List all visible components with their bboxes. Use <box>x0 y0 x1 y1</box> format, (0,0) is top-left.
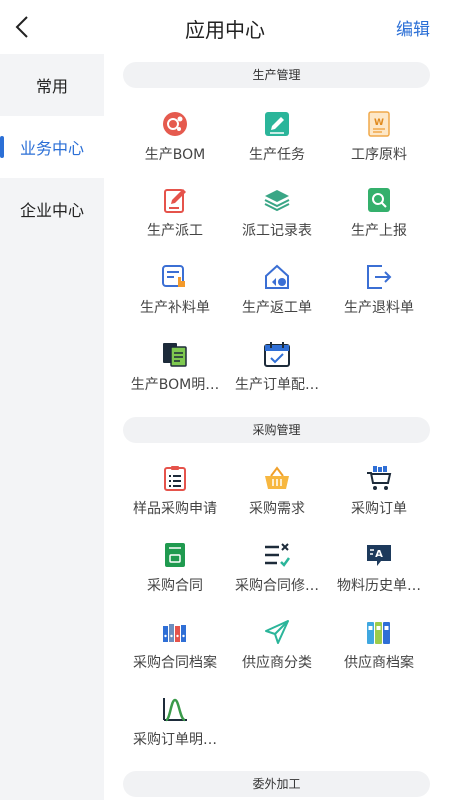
basket-icon <box>265 466 289 489</box>
app-label: 生产BOM明… <box>130 377 220 393</box>
app-label: 物料历史单… <box>337 578 421 594</box>
send-icon <box>265 620 289 644</box>
edit-note-icon <box>265 112 289 136</box>
app-label: 派工记录表 <box>242 223 312 239</box>
app-production-dispatch[interactable]: 生产派工 <box>119 186 231 252</box>
app-label: 生产退料单 <box>344 300 414 316</box>
svg-text:A: A <box>375 549 383 560</box>
app-label: 供应商档案 <box>344 655 414 671</box>
text-translate-icon: A <box>367 545 391 566</box>
exit-box-icon <box>367 265 392 289</box>
app-production-return[interactable]: 生产退料单 <box>323 263 435 329</box>
svg-text:W: W <box>374 118 384 128</box>
sidebar: 常用 业务中心 企业中心 <box>0 54 104 800</box>
edit-button[interactable]: 编辑 <box>396 15 430 40</box>
app-purchase-order-detail[interactable]: 采购订单明… <box>119 695 231 761</box>
app-sample-purchase-request[interactable]: 样品采购申请 <box>119 464 231 530</box>
app-production-report[interactable]: 生产上报 <box>323 186 435 252</box>
app-label: 生产任务 <box>249 147 305 163</box>
app-production-rework[interactable]: 生产返工单 <box>221 263 333 329</box>
app-label: 生产上报 <box>351 223 407 239</box>
app-purchase-order[interactable]: 采购订单 <box>323 464 435 530</box>
app-label: 采购合同档案 <box>133 655 217 671</box>
sidebar-item-business-center[interactable]: 业务中心 <box>0 116 104 178</box>
app-production-task[interactable]: 生产任务 <box>221 110 333 176</box>
app-list: 生产管理 生产BOM 生产任务 W 工序原料 生产派工 派工记录表 生产上报 生… <box>104 54 450 800</box>
layers-icon <box>264 190 290 212</box>
page-title: 应用中心 <box>185 18 265 42</box>
contract-icon <box>165 543 185 567</box>
app-supplier-archive[interactable]: 供应商档案 <box>323 618 435 684</box>
app-purchase-contract-archive[interactable]: 采购合同档案 <box>119 618 231 684</box>
app-label: 采购合同 <box>147 578 203 594</box>
cart-icon <box>367 466 392 490</box>
app-dispatch-record[interactable]: 派工记录表 <box>221 186 333 252</box>
app-label: 采购合同修… <box>235 578 319 594</box>
form-touch-icon <box>162 265 185 287</box>
app-label: 供应商分类 <box>242 655 312 671</box>
app-supplier-category[interactable]: 供应商分类 <box>221 618 333 684</box>
app-label: 采购订单 <box>351 501 407 517</box>
app-material-history[interactable]: A 物料历史单… <box>323 541 435 607</box>
gear-circle-icon <box>163 112 187 136</box>
section-header-purchase: 采购管理 <box>123 417 430 443</box>
app-label: 生产派工 <box>147 223 203 239</box>
sidebar-item-enterprise-center[interactable]: 企业中心 <box>0 178 104 240</box>
folders-icon <box>367 622 390 644</box>
pencil-doc-icon <box>164 189 186 213</box>
calendar-icon <box>264 342 290 367</box>
home-return-icon <box>265 264 289 289</box>
sidebar-item-common[interactable]: 常用 <box>0 54 104 116</box>
header-bar: 应用中心 编辑 <box>0 0 450 54</box>
app-label: 生产补料单 <box>140 300 210 316</box>
app-purchase-contract[interactable]: 采购合同 <box>119 541 231 607</box>
app-label: 样品采购申请 <box>133 501 217 517</box>
clipboard-list-icon <box>164 466 186 491</box>
app-process-material[interactable]: W 工序原料 <box>323 110 435 176</box>
app-label: 生产返工单 <box>242 300 312 316</box>
app-production-bom[interactable]: 生产BOM <box>119 110 231 176</box>
word-document-icon: W <box>368 111 390 137</box>
app-label: 生产订单配… <box>235 377 319 393</box>
app-purchase-contract-modify[interactable]: 采购合同修… <box>221 541 333 607</box>
binders-icon <box>163 624 186 642</box>
bell-curve-icon <box>163 698 187 722</box>
search-document-icon <box>368 188 390 212</box>
section-header-production: 生产管理 <box>123 62 430 88</box>
checklist-icon <box>265 543 291 567</box>
app-production-bom-detail[interactable]: 生产BOM明… <box>119 340 231 406</box>
app-production-supplement[interactable]: 生产补料单 <box>119 263 231 329</box>
section-header-outsourcing: 委外加工 <box>123 771 430 797</box>
app-label: 采购订单明… <box>133 732 217 748</box>
app-production-order-config[interactable]: 生产订单配… <box>221 340 333 406</box>
app-purchase-demand[interactable]: 采购需求 <box>221 464 333 530</box>
stacked-docs-icon <box>163 343 187 367</box>
app-label: 生产BOM <box>144 147 206 163</box>
app-label: 工序原料 <box>351 147 407 163</box>
app-label: 采购需求 <box>249 501 305 517</box>
